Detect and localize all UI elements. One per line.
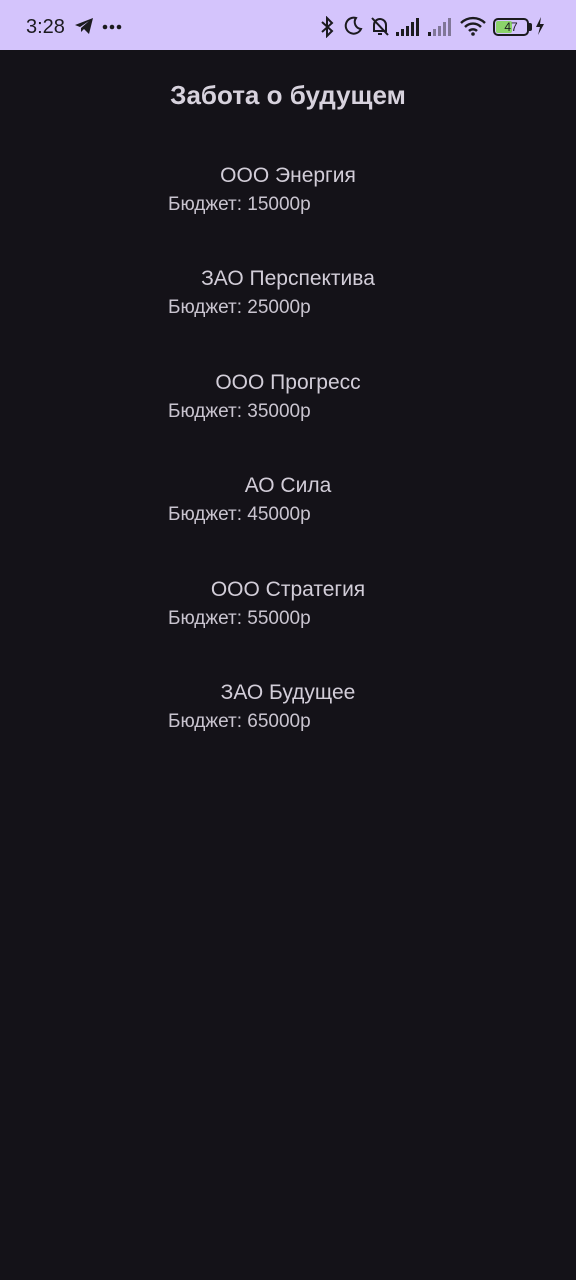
bell-off-icon (371, 17, 389, 36)
company-budget: Бюджет: 15000р (168, 194, 311, 215)
company-item-4[interactable]: АО Сила Бюджет: 45000р (168, 473, 408, 527)
company-name: ЗАО Перспектива (201, 267, 375, 290)
signal-icon (396, 18, 419, 36)
battery-level: 47 (504, 20, 518, 34)
company-budget: Бюджет: 55000р (168, 608, 311, 629)
company-item-6[interactable]: ЗАО Будущее Бюджет: 65000р (168, 680, 408, 734)
company-name: ООО Стратегия (210, 578, 366, 601)
page-title: Забота о будущем (170, 80, 406, 110)
status-time: 3:28 (26, 16, 65, 38)
charging-icon (536, 17, 544, 35)
bluetooth-icon (321, 16, 334, 38)
company-name: ООО Прогресс (215, 371, 361, 394)
main-screen: Забота о будущем ООО Энергия Бюджет: 150… (0, 50, 576, 1280)
more-dots-icon (102, 24, 122, 30)
company-item-1[interactable]: ООО Энергия Бюджет: 15000р (168, 163, 408, 217)
battery-tip (529, 23, 532, 31)
company-item-2[interactable]: ЗАО Перспектива Бюджет: 25000р (168, 266, 408, 320)
company-budget: Бюджет: 45000р (168, 504, 311, 525)
status-bar: 3:28 47 (0, 0, 576, 50)
company-budget: Бюджет: 65000р (168, 711, 311, 732)
company-name: ЗАО Будущее (220, 681, 356, 704)
company-budget: Бюджет: 35000р (168, 401, 311, 422)
company-item-5[interactable]: ООО Стратегия Бюджет: 55000р (168, 577, 408, 631)
wifi-icon (460, 16, 486, 36)
company-name: АО Сила (244, 474, 332, 497)
company-name: ООО Энергия (220, 164, 356, 187)
company-item-3[interactable]: ООО Прогресс Бюджет: 35000р (168, 370, 408, 424)
battery-icon: 47 (493, 18, 529, 36)
telegram-icon (75, 18, 93, 34)
company-budget: Бюджет: 25000р (168, 297, 311, 318)
signal-icon-2 (428, 18, 451, 36)
moon-icon (344, 16, 363, 35)
